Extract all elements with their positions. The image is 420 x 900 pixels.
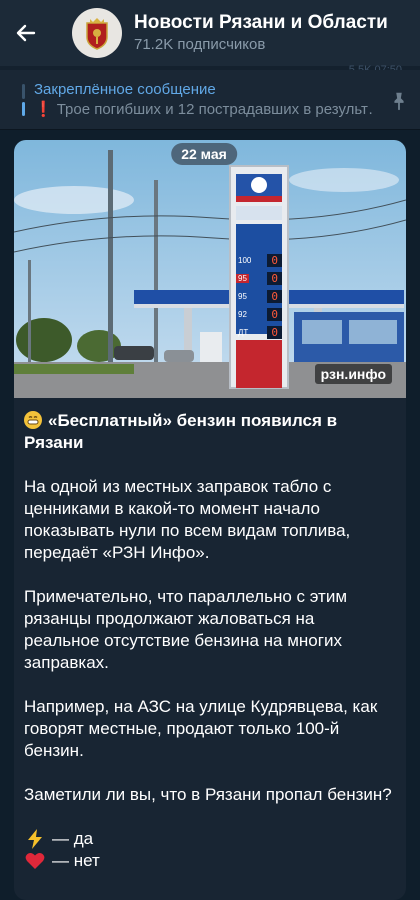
post-paragraph: Заметили ли вы, что в Рязани пропал бенз…: [24, 785, 392, 804]
back-button[interactable]: [0, 0, 52, 66]
fuel-grade: 100: [238, 255, 252, 265]
date-badge: 22 мая: [171, 143, 237, 165]
exclamation-icon: ❗: [34, 101, 53, 118]
post-title: «Бесплатный» бензин появился в Рязани: [24, 410, 392, 454]
fuel-grade: 92: [238, 309, 247, 319]
vote-label-yes: — да: [52, 829, 94, 848]
grinning-face-icon: [24, 411, 42, 429]
vote-option-yes: — да: [24, 828, 392, 850]
fuel-grade: ДТ: [238, 327, 249, 337]
fuel-price: 0: [267, 253, 282, 267]
coat-of-arms-icon: [86, 18, 108, 50]
vote-label-no: — нет: [52, 851, 100, 870]
vote-option-no: — нет: [24, 850, 392, 872]
fuel-grade: 95: [238, 291, 247, 301]
lightning-icon: [24, 829, 46, 849]
post-photo[interactable]: 100 0 95 0 95 0 92 0 ДТ 0 22 мая рзн.инфо: [14, 140, 406, 398]
fuel-price: 0: [267, 271, 282, 285]
fuel-price: 0: [267, 325, 282, 339]
pinned-label: Закреплённое сообщение: [34, 81, 216, 98]
gas-station-image: [14, 140, 406, 398]
price-board: 100 0 95 0 95 0 92 0 ДТ 0: [236, 252, 282, 342]
post-title-text: «Бесплатный» бензин появился в Рязани: [24, 411, 338, 452]
arrow-left-icon: [16, 24, 36, 42]
message-bubble[interactable]: 100 0 95 0 95 0 92 0 ДТ 0 22 мая рзн.инфо «Беспла…: [14, 140, 406, 900]
watermark-logo: рзн.инфо: [314, 364, 392, 384]
price-row: 100 0: [236, 252, 282, 268]
pinned-preview: ❗ Трое погибших и 12 пострадавших в резул…: [34, 100, 374, 120]
price-row: 95 0: [236, 288, 282, 304]
post-paragraph: На одной из местных заправок табло с цен…: [24, 477, 351, 562]
post-content: «Бесплатный» бензин появился в Рязани На…: [14, 398, 406, 872]
pin-icon[interactable]: [388, 90, 410, 112]
subscriber-count: 71.2K подписчиков: [134, 35, 266, 53]
pinned-message-bar[interactable]: Закреплённое сообщение ❗ Трое погибших и …: [0, 70, 420, 130]
pinned-text: Трое погибших и 12 пострадавших в резуль…: [56, 101, 374, 118]
fuel-price: 0: [267, 307, 282, 321]
chat-header: Новости Рязани и Области 71.2K подписчик…: [0, 0, 420, 66]
channel-avatar[interactable]: [72, 8, 122, 58]
pinned-indicator: [22, 84, 25, 116]
post-paragraph: Примечательно, что параллельно с этим ря…: [24, 587, 347, 672]
price-row: 95 0: [236, 270, 282, 286]
vote-options: — да — нет: [24, 828, 392, 872]
channel-title[interactable]: Новости Рязани и Области: [134, 12, 420, 34]
price-row: ДТ 0: [236, 324, 282, 340]
fuel-grade: 95: [236, 273, 249, 283]
post-paragraph: Например, на АЗС на улице Кудрявцева, ка…: [24, 697, 378, 760]
heart-icon: [24, 851, 46, 871]
fuel-price: 0: [267, 289, 282, 303]
price-row: 92 0: [236, 306, 282, 322]
